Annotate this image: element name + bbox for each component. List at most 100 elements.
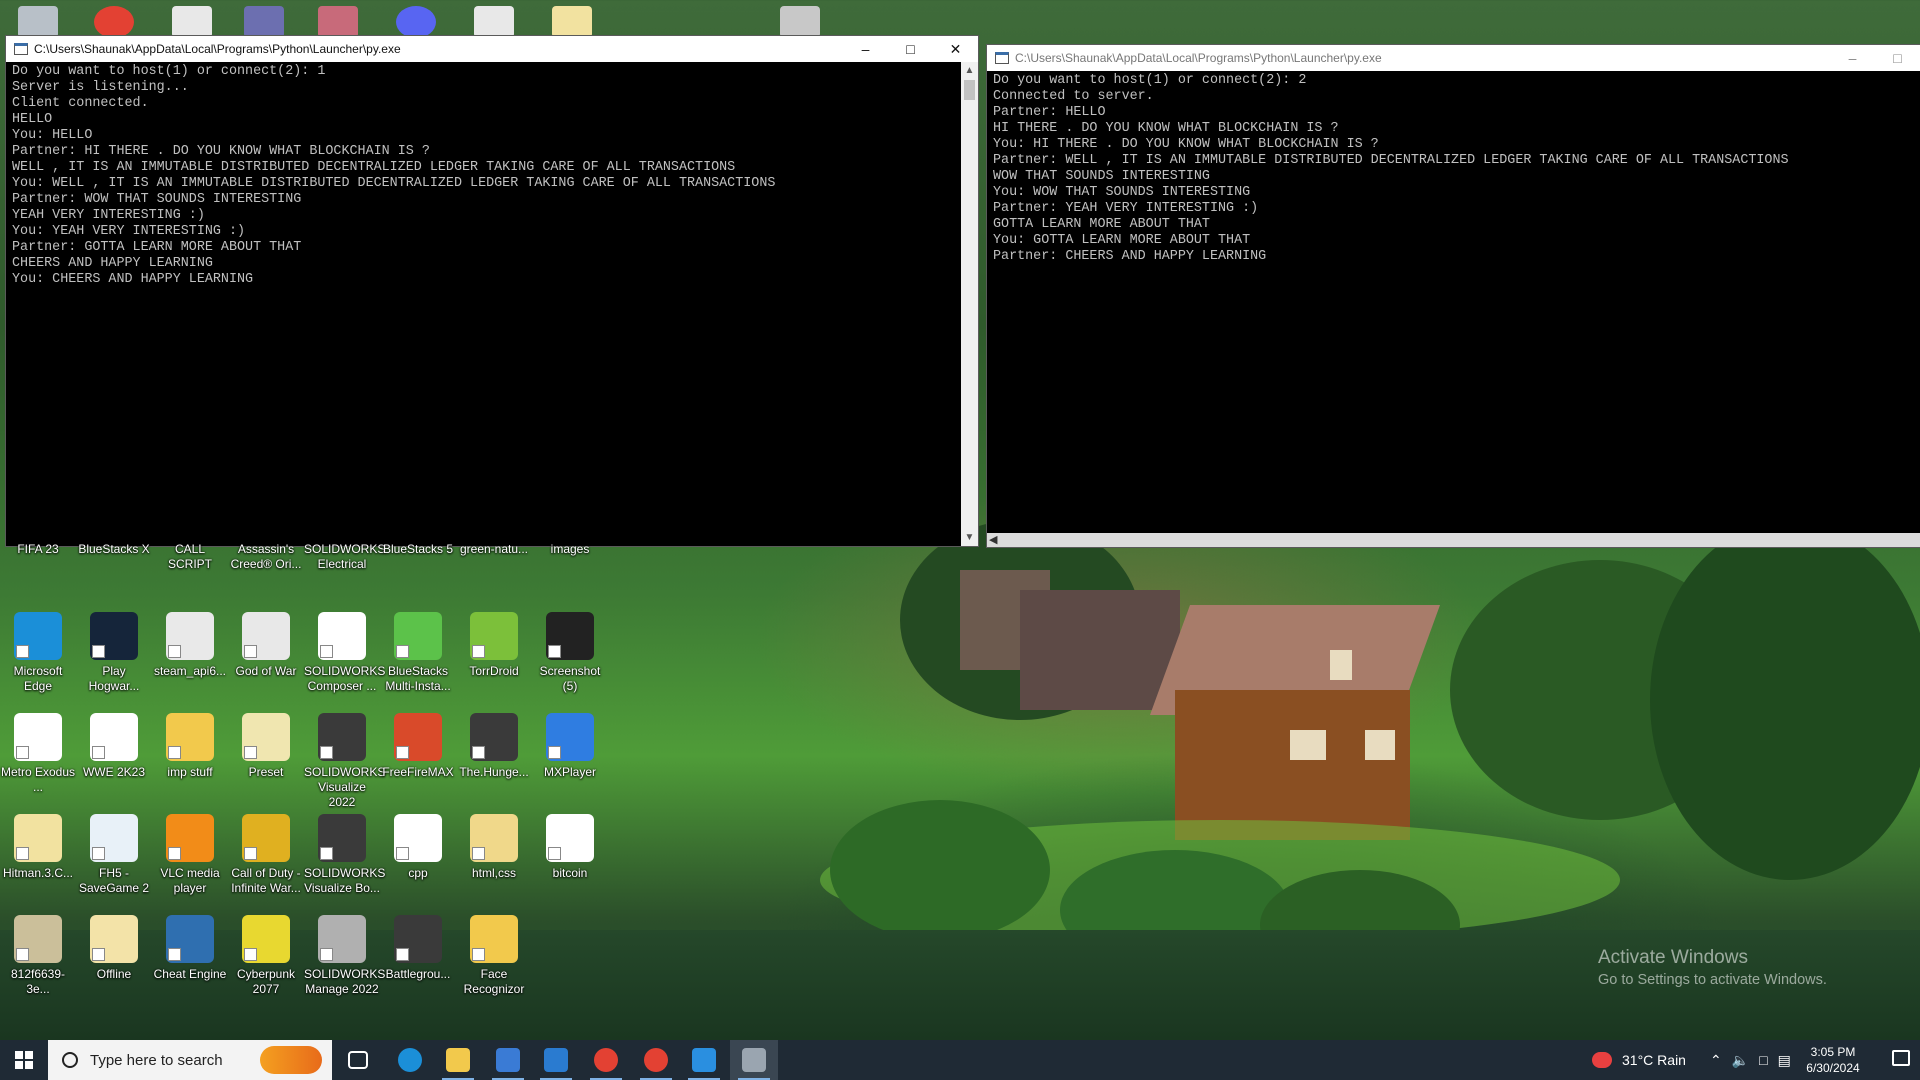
desktop-icon[interactable]: The.Hunge... <box>456 713 532 780</box>
taskbar-app-microsoft-store[interactable] <box>484 1040 532 1080</box>
desktop-icon-label: SOLIDWORKS Visualize Bo... <box>304 866 386 895</box>
vertical-scrollbar[interactable]: ▲ ▼ <box>961 62 978 546</box>
clock[interactable]: 3:05 PM 6/30/2024 <box>1798 1044 1868 1076</box>
search-placeholder: Type here to search <box>90 1051 223 1069</box>
desktop-icon[interactable]: FreeFireMAX <box>380 713 456 780</box>
desktop-icon[interactable]: Metro Exodus ... <box>0 713 76 795</box>
shortcut-arrow-icon <box>396 746 409 759</box>
desktop-icon[interactable]: Cyberpunk 2077 <box>228 915 304 997</box>
desktop-icon[interactable]: SOLIDWORKS Electrical <box>304 542 385 572</box>
desktop-icon[interactable]: God of War <box>228 612 304 679</box>
shortcut-arrow-icon <box>472 847 485 860</box>
desktop-icon[interactable]: BlueStacks 5 <box>380 542 456 557</box>
desktop-icon-label: Call of Duty - Infinite War... <box>231 866 301 895</box>
pdf-icon[interactable] <box>474 6 514 38</box>
taskbar-app-file-explorer[interactable] <box>434 1040 482 1080</box>
game-icon <box>242 814 290 862</box>
desktop-icon[interactable]: Cheat Engine <box>152 915 228 982</box>
desktop-icon[interactable]: steam_api6... <box>152 612 228 679</box>
minimize-button[interactable]: – <box>843 36 888 62</box>
desktop-icon[interactable]: VLC media player <box>152 814 228 896</box>
time: 3:05 PM <box>1810 1045 1856 1059</box>
desktop-icon-label: Preset <box>248 765 284 779</box>
desktop-icon-label: Screenshot (5) <box>539 664 601 693</box>
desktop-icon[interactable]: Microsoft Edge <box>0 612 76 694</box>
weather-widget[interactable]: 31°C Rain <box>1592 1040 1686 1080</box>
desktop-icon[interactable]: bitcoin <box>532 814 608 881</box>
desktop-icon[interactable]: html,css <box>456 814 532 881</box>
python-icon[interactable] <box>780 6 820 38</box>
desktop-icon[interactable]: CALL SCRIPT <box>152 542 228 572</box>
taskbar-app-chrome[interactable] <box>582 1040 630 1080</box>
desktop-icon[interactable]: Call of Duty - Infinite War... <box>228 814 304 896</box>
shortcut-arrow-icon <box>320 645 333 658</box>
desktop-icon[interactable]: TorrDroid <box>456 612 532 679</box>
desktop-icon[interactable]: green-natu... <box>456 542 532 557</box>
chevron-up-icon[interactable]: ⌃ <box>1710 1052 1722 1069</box>
close-button[interactable]: ✕ <box>933 36 978 62</box>
desktop-icon[interactable]: SOLIDWORKS Visualize 2022 <box>304 713 385 810</box>
game-icon[interactable] <box>244 6 284 38</box>
desktop-icon[interactable]: WWE 2K23 <box>76 713 152 780</box>
horizontal-scrollbar[interactable]: ◀ <box>987 533 1920 547</box>
shortcut-arrow-icon <box>548 645 561 658</box>
desktop-icon[interactable]: Hitman.3.C... <box>0 814 76 881</box>
maximize-button[interactable]: □ <box>888 36 933 62</box>
desktop-icon[interactable]: Preset <box>228 713 304 780</box>
desktop-icon-label: Hitman.3.C... <box>2 866 74 880</box>
chrome-icon[interactable] <box>94 6 134 38</box>
scroll-up-icon[interactable]: ▲ <box>961 62 978 79</box>
title-bar[interactable]: C:\Users\Shaunak\AppData\Local\Programs\… <box>987 45 1920 71</box>
desktop-icon[interactable]: SOLIDWORKS Manage 2022 <box>304 915 385 997</box>
taskbar-app-chrome-alt[interactable] <box>632 1040 680 1080</box>
battery-icon[interactable]: □ <box>1759 1052 1767 1068</box>
windows-logo-icon <box>15 1051 33 1069</box>
scroll-left-icon[interactable]: ◀ <box>989 533 997 547</box>
console-window-host[interactable]: C:\Users\Shaunak\AppData\Local\Programs\… <box>6 36 978 546</box>
console-output[interactable]: Do you want to host(1) or connect(2): 2C… <box>987 71 1789 265</box>
desktop-icon[interactable]: FH5 -SaveGame 2 <box>76 814 152 896</box>
desktop-icon[interactable]: BlueStacks X <box>76 542 152 557</box>
desktop-icon[interactable]: Face Recognizor <box>456 915 532 997</box>
notification-icon[interactable] <box>1892 1050 1910 1066</box>
file-icon[interactable] <box>552 6 592 38</box>
desktop-icon[interactable]: Offline <box>76 915 152 982</box>
desktop-icon[interactable]: Battlegrou... <box>380 915 456 982</box>
maximize-button[interactable]: □ <box>1875 45 1920 71</box>
edge-icon <box>398 1048 422 1072</box>
desktop-icon[interactable]: cpp <box>380 814 456 881</box>
shortcut-arrow-icon <box>16 948 29 961</box>
solidworks-icon <box>318 612 366 660</box>
desktop-icon[interactable]: Play Hogwar... <box>76 612 152 694</box>
desktop-icon[interactable]: imp stuff <box>152 713 228 780</box>
taskbar-app-vscode[interactable] <box>680 1040 728 1080</box>
discord-icon[interactable] <box>396 6 436 38</box>
system-tray: ⌃ 🔈 □ ▤ <box>1710 1040 1791 1080</box>
desktop-icon[interactable]: 812f6639-3e... <box>0 915 76 997</box>
volume-icon[interactable]: 🔈 <box>1732 1052 1749 1069</box>
taskbar-app-edge[interactable] <box>386 1040 434 1080</box>
desktop-icon[interactable]: Screenshot (5) <box>532 612 608 694</box>
console-window-client[interactable]: C:\Users\Shaunak\AppData\Local\Programs\… <box>987 45 1920 547</box>
recycle-bin-icon[interactable] <box>18 6 58 38</box>
desktop-icon[interactable]: SOLIDWORKS Composer ... <box>304 612 385 694</box>
title-bar[interactable]: C:\Users\Shaunak\AppData\Local\Programs\… <box>6 36 978 62</box>
console-output[interactable]: Do you want to host(1) or connect(2): 1S… <box>6 62 775 288</box>
pdf-icon[interactable] <box>172 6 212 38</box>
minimize-button[interactable]: – <box>1830 45 1875 71</box>
desktop-icon[interactable]: FIFA 23 <box>0 542 76 557</box>
network-icon[interactable]: ▤ <box>1778 1052 1791 1069</box>
desktop-icon[interactable]: BlueStacks Multi-Insta... <box>380 612 456 694</box>
scroll-down-icon[interactable]: ▼ <box>961 529 978 546</box>
game-icon[interactable] <box>318 6 358 38</box>
desktop-icon[interactable]: MXPlayer <box>532 713 608 780</box>
taskbar-app-mail[interactable] <box>532 1040 580 1080</box>
taskbar-app-python-launcher[interactable] <box>730 1040 778 1080</box>
desktop-icon[interactable]: images <box>532 542 608 557</box>
scroll-thumb[interactable] <box>964 80 975 100</box>
search-box[interactable]: Type here to search <box>48 1040 332 1080</box>
desktop-icon[interactable]: Assassin's Creed® Ori... <box>228 542 304 572</box>
desktop-icon[interactable]: SOLIDWORKS Visualize Bo... <box>304 814 386 896</box>
taskbar-app-task-view[interactable] <box>334 1040 382 1080</box>
start-button[interactable] <box>0 1040 48 1080</box>
